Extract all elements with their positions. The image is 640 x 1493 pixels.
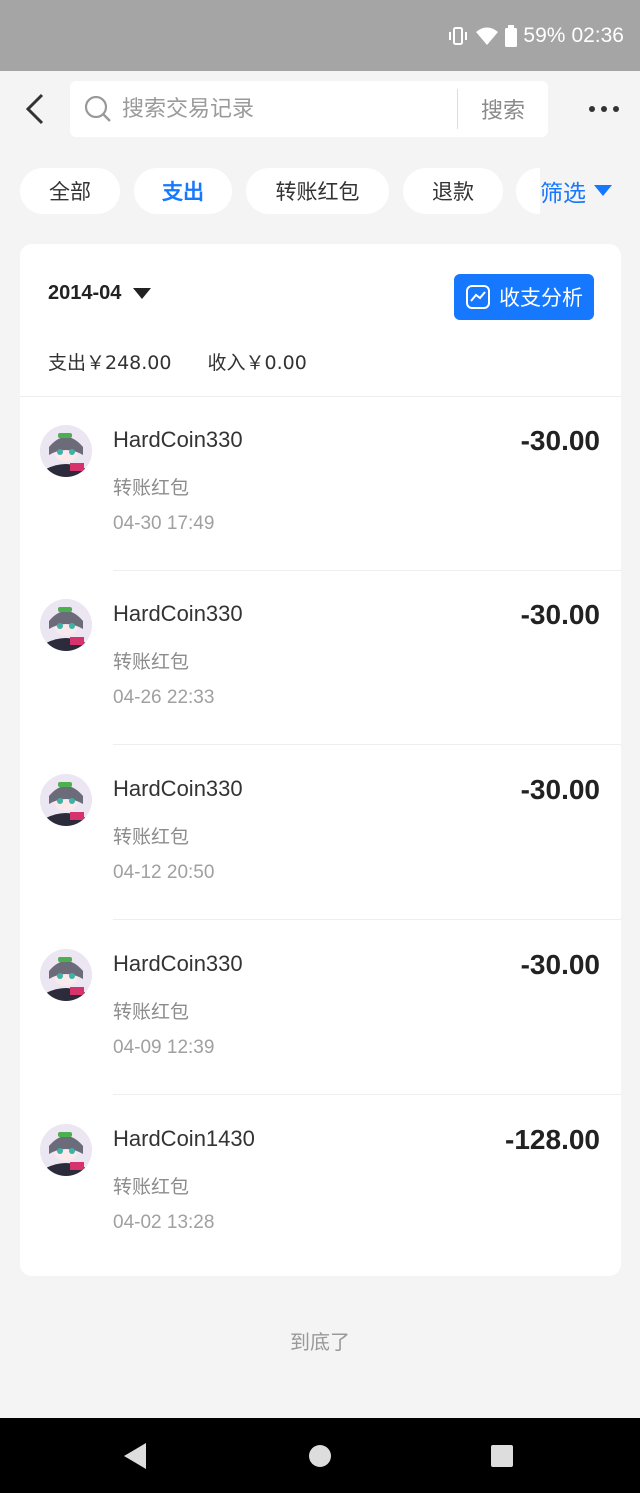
avatar bbox=[40, 774, 92, 826]
clock: 02:36 bbox=[571, 23, 624, 47]
search-button[interactable]: 搜索 bbox=[458, 93, 548, 125]
battery-icon bbox=[505, 24, 518, 47]
vibrate-icon bbox=[447, 25, 469, 47]
transaction-amount: -30.00 bbox=[520, 949, 600, 980]
nav-home-button[interactable] bbox=[306, 1442, 334, 1470]
avatar bbox=[40, 425, 92, 477]
transaction-time: 04-02 13:28 bbox=[113, 1212, 215, 1233]
transaction-type: 转账红包 bbox=[113, 1001, 190, 1023]
analysis-button[interactable]: 收支分析 bbox=[454, 274, 594, 320]
month-summary: 支出￥248.00 收入￥0.00 bbox=[48, 348, 307, 375]
transaction-row[interactable]: HardCoin330 转账红包 04-12 20:50 -30.00 bbox=[20, 746, 621, 920]
transaction-row[interactable]: HardCoin1430 转账红包 04-02 13:28 -128.00 bbox=[20, 1096, 621, 1270]
transaction-name: HardCoin330 bbox=[113, 776, 243, 801]
more-button[interactable] bbox=[584, 95, 624, 123]
transaction-row[interactable]: HardCoin330 转账红包 04-30 17:49 -30.00 bbox=[20, 397, 621, 571]
transaction-time: 04-09 12:39 bbox=[113, 1037, 215, 1058]
transaction-time: 04-26 22:33 bbox=[113, 687, 215, 708]
filter-button[interactable]: 筛选 bbox=[540, 168, 612, 214]
app-header: 搜索 bbox=[0, 71, 640, 147]
more-dot-icon bbox=[601, 106, 607, 112]
status-bar: 59% 02:36 bbox=[0, 0, 640, 71]
back-arrow-icon bbox=[25, 93, 44, 125]
more-dot-icon bbox=[613, 106, 619, 112]
expense-total: 支出￥248.00 bbox=[48, 352, 172, 374]
transaction-card: 2014-04 收支分析 支出￥248.00 收入￥0.00 HardCoin3… bbox=[20, 244, 621, 1276]
divider bbox=[113, 1094, 621, 1095]
chip-all[interactable]: 全部 bbox=[20, 168, 120, 214]
transaction-type: 转账红包 bbox=[113, 826, 190, 848]
search-box[interactable]: 搜索 bbox=[70, 81, 548, 137]
filter-chip-row: 全部 支出 转账红包 退款 筛选 bbox=[0, 168, 640, 214]
end-of-list-text: 到底了 bbox=[290, 1330, 350, 1354]
chip-expense[interactable]: 支出 bbox=[134, 168, 232, 214]
battery-level: 59% bbox=[523, 23, 566, 47]
nav-recents-button[interactable] bbox=[488, 1442, 516, 1470]
wifi-icon bbox=[475, 25, 499, 47]
back-triangle-icon bbox=[124, 1443, 146, 1469]
chip-transfer-redpacket[interactable]: 转账红包 bbox=[246, 168, 389, 214]
filter-label: 筛选 bbox=[540, 181, 586, 207]
divider bbox=[113, 744, 621, 745]
avatar bbox=[40, 599, 92, 651]
transaction-name: HardCoin1430 bbox=[113, 1126, 255, 1151]
month-value: 2014-04 bbox=[48, 282, 122, 304]
analysis-label: 收支分析 bbox=[499, 286, 583, 310]
recents-square-icon bbox=[491, 1445, 513, 1467]
search-input[interactable] bbox=[122, 96, 457, 122]
triangle-down-icon bbox=[594, 185, 612, 196]
transaction-time: 04-12 20:50 bbox=[113, 862, 215, 883]
system-nav-bar bbox=[0, 1418, 640, 1493]
more-dot-icon bbox=[589, 106, 595, 112]
transaction-name: HardCoin330 bbox=[113, 427, 243, 452]
transaction-row[interactable]: HardCoin330 转账红包 04-26 22:33 -30.00 bbox=[20, 571, 621, 745]
back-button[interactable] bbox=[18, 91, 52, 127]
chart-icon bbox=[466, 285, 490, 309]
transaction-time: 04-30 17:49 bbox=[113, 513, 215, 534]
transaction-name: HardCoin330 bbox=[113, 951, 243, 976]
home-circle-icon bbox=[309, 1445, 331, 1467]
income-total: 收入￥0.00 bbox=[207, 352, 307, 374]
avatar bbox=[40, 1124, 92, 1176]
triangle-down-icon bbox=[133, 287, 152, 299]
divider bbox=[113, 919, 621, 920]
month-selector[interactable]: 2014-04 bbox=[48, 282, 152, 305]
transaction-type: 转账红包 bbox=[113, 1176, 190, 1198]
transaction-amount: -30.00 bbox=[520, 774, 600, 805]
avatar bbox=[40, 949, 92, 1001]
transaction-amount: -128.00 bbox=[505, 1124, 600, 1155]
transaction-type: 转账红包 bbox=[113, 651, 190, 673]
chip-refund[interactable]: 退款 bbox=[403, 168, 503, 214]
chip-overflow bbox=[516, 168, 540, 214]
transaction-amount: -30.00 bbox=[520, 599, 600, 630]
transaction-type: 转账红包 bbox=[113, 477, 190, 499]
search-icon bbox=[84, 95, 112, 123]
transaction-row[interactable]: HardCoin330 转账红包 04-09 12:39 -30.00 bbox=[20, 921, 621, 1095]
nav-back-button[interactable] bbox=[122, 1442, 150, 1470]
transaction-amount: -30.00 bbox=[520, 425, 600, 456]
transaction-name: HardCoin330 bbox=[113, 601, 243, 626]
